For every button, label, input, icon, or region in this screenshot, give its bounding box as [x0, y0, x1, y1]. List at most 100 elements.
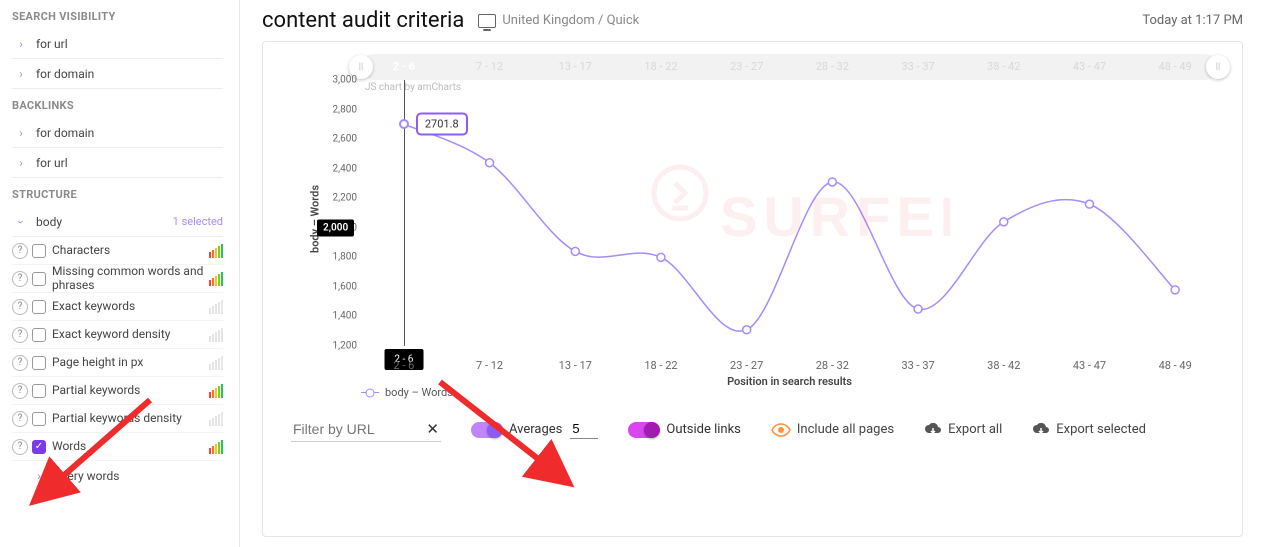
cloud-download-icon [1032, 423, 1050, 437]
chart-svg [361, 80, 1218, 346]
outside-links-control: Outside links [628, 422, 740, 438]
sidebar-item-bl-url[interactable]: › for url [12, 148, 223, 178]
metric-checkbox[interactable] [32, 244, 46, 258]
metric-label: Exact keyword density [52, 328, 209, 342]
export-all-label: Export all [948, 422, 1002, 437]
y-axis-ticks: 1,2001,4001,6001,8002,0002,2002,4002,600… [323, 80, 361, 346]
range-bucket[interactable]: 18 - 22 [618, 54, 704, 80]
sidebar-metric-row[interactable]: ? Characters [12, 237, 223, 265]
clear-filter-icon[interactable]: ✕ [426, 420, 439, 438]
sidebar-metric-row[interactable]: ? Partial keywords density [12, 405, 223, 433]
sidebar-item-label: for url [30, 37, 223, 51]
filter-by-url-input[interactable] [291, 417, 441, 442]
x-tick: 18 - 22 [618, 359, 704, 372]
sidebar-item-label: body [30, 215, 173, 229]
outside-links-toggle[interactable] [628, 422, 658, 438]
sidebar-metric-row[interactable]: ? Page height in px [12, 349, 223, 377]
range-bucket[interactable]: 23 - 27 [704, 54, 790, 80]
signal-bars-icon [209, 300, 223, 314]
sidebar-item-bl-domain[interactable]: › for domain [12, 118, 223, 148]
averages-toggle[interactable] [471, 422, 501, 438]
plot-area[interactable]: JS chart by amCharts SURFER 2,0002 - 627… [361, 80, 1218, 346]
range-bucket[interactable]: 33 - 37 [875, 54, 961, 80]
sidebar-metric-row[interactable]: ? ✓ Words [12, 433, 223, 461]
sidebar: SEARCH VISIBILITY › for url › for domain… [0, 0, 240, 547]
chart[interactable]: 2 - 67 - 1213 - 1718 - 2223 - 2728 - 323… [273, 54, 1218, 384]
outside-links-label: Outside links [666, 422, 740, 437]
metric-checkbox[interactable] [32, 300, 46, 314]
averages-value-input[interactable] [570, 421, 598, 439]
section-structure: STRUCTURE [12, 188, 223, 201]
help-icon[interactable]: ? [12, 355, 28, 371]
sidebar-item-sv-url[interactable]: › for url [12, 29, 223, 59]
signal-bars-icon [209, 244, 223, 258]
range-handle-right[interactable]: || [1206, 55, 1230, 79]
range-bucket[interactable]: 28 - 32 [790, 54, 876, 80]
chevron-right-icon: › [12, 156, 30, 170]
sidebar-item-sv-domain[interactable]: › for domain [12, 59, 223, 89]
range-bucket[interactable]: 7 - 12 [447, 54, 533, 80]
x-tick: 38 - 42 [961, 359, 1047, 372]
chevron-right-icon: › [12, 126, 30, 140]
help-icon[interactable]: ? [12, 299, 28, 315]
chevron-right-icon: › [30, 469, 48, 483]
y-tick: 3,000 [333, 75, 357, 86]
metric-checkbox[interactable]: ✓ [32, 440, 46, 454]
y-tick: 2,400 [333, 163, 357, 174]
x-tick: 23 - 27 [704, 359, 790, 372]
range-bucket[interactable]: 13 - 17 [532, 54, 618, 80]
help-icon[interactable]: ? [12, 383, 28, 399]
signal-bars-icon [209, 356, 223, 370]
metric-checkbox[interactable] [32, 328, 46, 342]
desktop-icon [478, 14, 496, 28]
sidebar-item-body[interactable]: › body 1 selected [12, 207, 223, 237]
x-tick: 33 - 37 [875, 359, 961, 372]
include-all-pages-control[interactable]: Include all pages [771, 422, 894, 437]
x-tick: 13 - 17 [532, 359, 618, 372]
page-subtitle: United Kingdom / Quick [502, 13, 639, 28]
section-search-visibility: SEARCH VISIBILITY [12, 10, 223, 23]
export-all-button[interactable]: Export all [924, 422, 1002, 437]
x-tick: 28 - 32 [790, 359, 876, 372]
controls-row: ✕ Averages Outside links Include all pag… [273, 413, 1218, 442]
tooltip-box: 2701.8 [416, 113, 468, 136]
sidebar-metric-row[interactable]: ? Missing common words and phrases [12, 265, 223, 293]
sidebar-item-query-words[interactable]: › query words [12, 461, 223, 491]
help-icon[interactable]: ? [12, 411, 28, 427]
metric-label: Exact keywords [52, 300, 209, 314]
x-tick: 43 - 47 [1047, 359, 1133, 372]
page-title: content audit criteria [262, 8, 464, 33]
help-icon[interactable]: ? [12, 439, 28, 455]
metric-checkbox[interactable] [32, 412, 46, 426]
range-bucket[interactable]: 38 - 42 [961, 54, 1047, 80]
range-bucket[interactable]: 2 - 6 [361, 54, 447, 80]
filter-by-url-wrap: ✕ [291, 417, 441, 442]
sidebar-metric-row[interactable]: ? Exact keyword density [12, 321, 223, 349]
y-tick: 2,200 [333, 193, 357, 204]
signal-bars-icon [209, 272, 223, 286]
signal-bars-icon [209, 440, 223, 454]
sidebar-item-label: for url [30, 156, 223, 170]
help-icon[interactable]: ? [12, 243, 28, 259]
help-icon[interactable]: ? [12, 327, 28, 343]
range-bucket[interactable]: 43 - 47 [1047, 54, 1133, 80]
y-tick: 1,200 [333, 341, 357, 352]
section-backlinks: BACKLINKS [12, 99, 223, 112]
chart-scrollbar-track[interactable]: 2 - 67 - 1213 - 1718 - 2223 - 2728 - 323… [361, 54, 1218, 80]
header-row: content audit criteria United Kingdom / … [262, 8, 1243, 33]
sidebar-metric-row[interactable]: ? Partial keywords [12, 377, 223, 405]
tooltip-point [399, 119, 409, 129]
timestamp: Today at 1:17 PM [1142, 13, 1243, 28]
metric-checkbox[interactable] [32, 384, 46, 398]
help-icon[interactable]: ? [12, 271, 28, 287]
metric-checkbox[interactable] [32, 272, 46, 286]
export-selected-button[interactable]: Export selected [1032, 422, 1146, 437]
metric-checkbox[interactable] [32, 356, 46, 370]
metric-label: Missing common words and phrases [52, 265, 209, 293]
sidebar-metric-row[interactable]: ? Exact keywords [12, 293, 223, 321]
signal-bars-icon [209, 328, 223, 342]
x-axis-ticks: 2 - 67 - 1213 - 1718 - 2223 - 2728 - 323… [361, 359, 1218, 372]
sidebar-item-label: query words [48, 469, 223, 483]
averages-control: Averages [471, 421, 598, 439]
chevron-right-icon: › [12, 67, 30, 81]
